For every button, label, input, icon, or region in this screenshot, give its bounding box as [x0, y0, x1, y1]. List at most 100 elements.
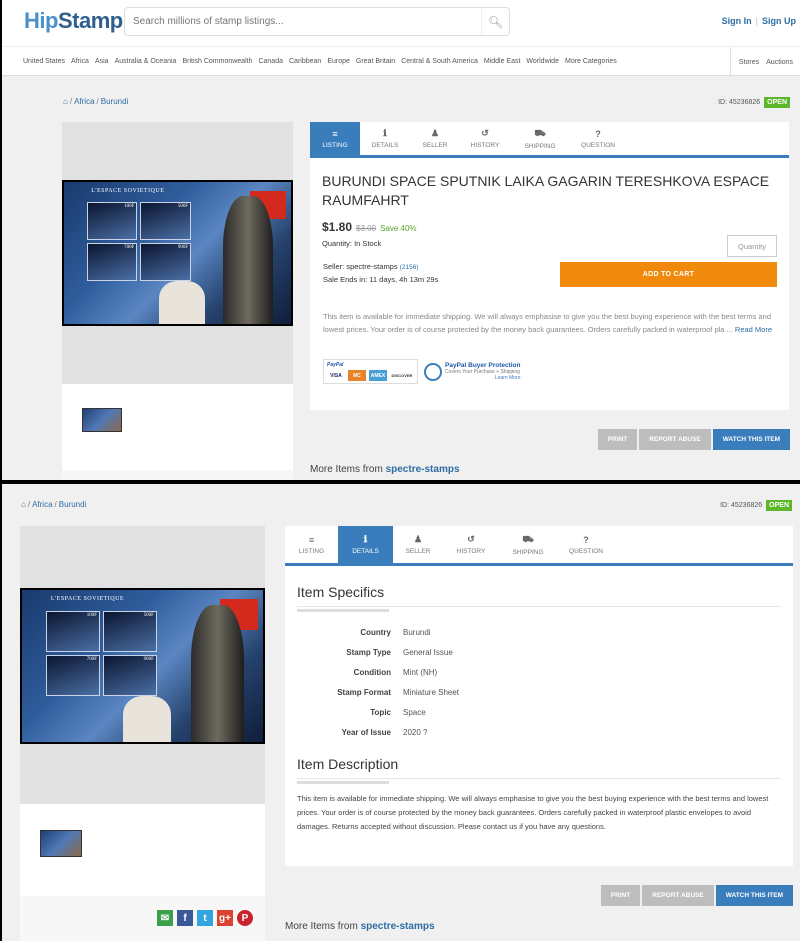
breadcrumb-africa[interactable]: Africa [74, 97, 94, 106]
search-icon: 🔍︎ [487, 14, 504, 29]
listing-id: ID: 45236826 [720, 502, 763, 509]
home-icon[interactable]: ⌂ [21, 500, 26, 509]
paypal-logo: PayPal [327, 362, 344, 368]
email-share-icon[interactable]: ✉ [157, 910, 173, 926]
watch-item-button[interactable]: WATCH THIS ITEM [712, 429, 790, 450]
share-icons: ✉ f t g+ P [157, 910, 253, 926]
category-link[interactable]: Asia [95, 58, 109, 65]
payment-badges: PayPal VISA MC AMEX DISCOVER PayPal Buye… [323, 359, 521, 384]
savings: Save 40% [380, 224, 417, 233]
discover-icon: DISCOVER [391, 373, 413, 378]
breadcrumb: ⌂ / Africa / Burundi [63, 97, 129, 106]
seller-link[interactable]: Seller: spectre-stamps [323, 262, 398, 271]
main-image-area: L'ESPACE SOVIETIQUE 100F 500F 700F 900F [20, 526, 265, 804]
tab-details[interactable]: ℹ DETAILS [338, 526, 393, 563]
home-icon[interactable]: ⌂ [63, 97, 68, 106]
stores-link[interactable]: Stores [739, 59, 759, 66]
sign-in-link[interactable]: Sign In [722, 16, 752, 26]
category-link[interactable]: Great Britain [356, 58, 395, 65]
image-panel: L'ESPACE SOVIETIQUE 100F 500F 700F 900F … [20, 526, 265, 941]
accepted-cards: PayPal VISA MC AMEX DISCOVER [323, 359, 418, 384]
google-plus-share-icon[interactable]: g+ [217, 910, 233, 926]
tab-history[interactable]: ↺ HISTORY [443, 526, 499, 563]
image-thumbnail[interactable] [40, 830, 82, 857]
paypal-buyer-protection[interactable]: PayPal Buyer Protection Covers Your Purc… [424, 362, 521, 381]
hipstamp-logo[interactable]: HipStamp [24, 8, 123, 34]
stamp-image[interactable]: L'ESPACE SOVIETIQUE 100F 500F 700F 900F [20, 588, 265, 744]
more-items-heading: More Items from spectre-stamps [310, 464, 460, 475]
more-items-seller-link[interactable]: spectre-stamps [386, 464, 460, 475]
question-icon: ? [583, 534, 589, 545]
breadcrumb-burundi[interactable]: Burundi [59, 500, 87, 509]
quantity-status: Quantity: In Stock [322, 239, 382, 248]
tab-details[interactable]: ℹ DETAILS [360, 122, 410, 155]
tab-listing[interactable]: ≡ LISTING [310, 122, 360, 155]
history-icon: ↺ [467, 534, 475, 544]
mastercard-icon: MC [348, 370, 366, 381]
listing-id: ID: 45236826 [718, 99, 761, 106]
item-description-heading: Item Description [297, 756, 399, 772]
category-link[interactable]: United States [23, 58, 65, 65]
price: $1.80 [322, 220, 353, 234]
category-link[interactable]: Africa [71, 58, 89, 65]
read-more-link[interactable]: Read More [735, 325, 772, 334]
category-link[interactable]: Caribbean [289, 58, 321, 65]
breadcrumb-burundi[interactable]: Burundi [101, 97, 129, 106]
category-link[interactable]: Canada [258, 58, 283, 65]
category-link[interactable]: Middle East [484, 58, 521, 65]
info-icon: ℹ [383, 128, 387, 138]
category-link[interactable]: Central & South America [401, 58, 478, 65]
category-link[interactable]: Australia & Oceania [115, 58, 177, 65]
add-to-cart-button[interactable]: ADD TO CART [560, 262, 777, 287]
status-badge: OPEN [764, 97, 790, 108]
price-line: $1.80 $3.00 Save 40% [322, 220, 777, 234]
search-input[interactable] [125, 8, 475, 35]
status-badge: OPEN [766, 500, 792, 511]
category-link[interactable]: Europe [327, 58, 350, 65]
image-thumbnail[interactable] [82, 408, 122, 432]
report-abuse-button[interactable]: REPORT ABUSE [639, 429, 711, 450]
listing-title: BURUNDI SPACE SPUTNIK LAIKA GAGARIN TERE… [322, 173, 770, 208]
listing-id-line: ID: 45236826 OPEN [718, 97, 790, 108]
breadcrumb-africa[interactable]: Africa [32, 500, 52, 509]
twitter-share-icon[interactable]: t [197, 910, 213, 926]
listing-id-line: ID: 45236826 OPEN [720, 500, 792, 511]
spec-row: Stamp Format Miniature Sheet [337, 687, 460, 697]
more-categories-link[interactable]: More Categories [565, 58, 617, 65]
auctions-link[interactable]: Auctions [766, 59, 793, 66]
seller-rating[interactable]: (2156) [400, 264, 419, 271]
more-items-seller-link[interactable]: spectre-stamps [361, 921, 435, 932]
listing-actions: PRINT REPORT ABUSE WATCH THIS ITEM [600, 885, 793, 906]
category-link[interactable]: Worldwide [526, 58, 559, 65]
print-button[interactable]: PRINT [600, 885, 641, 906]
tab-history[interactable]: ↺ HISTORY [460, 122, 510, 155]
search-box: 🔍︎ [124, 7, 510, 36]
search-button[interactable]: 🔍︎ [481, 8, 509, 35]
watch-item-button[interactable]: WATCH THIS ITEM [715, 885, 793, 906]
tab-listing[interactable]: ≡ LISTING [285, 526, 338, 563]
list-icon: ≡ [332, 128, 338, 139]
question-icon: ? [595, 128, 601, 139]
original-price: $3.00 [356, 224, 377, 233]
tab-question[interactable]: ? QUESTION [570, 122, 626, 155]
section-divider [297, 606, 781, 612]
info-icon: ℹ [363, 534, 368, 544]
item-specifics-heading: Item Specifics [297, 584, 385, 600]
listing-panel: ≡ LISTING ℹ DETAILS ♟ SELLER ↺ HISTORY ⛟ SHIP… [310, 122, 789, 410]
main-image-area: L'ESPACE SOVIETIQUE 100F 500F 700F 900F [62, 122, 293, 384]
visa-icon: VISA [330, 372, 342, 379]
quantity-input[interactable]: Quantity [727, 235, 777, 257]
spec-row: Country Burundi [360, 627, 431, 637]
print-button[interactable]: PRINT [597, 429, 638, 450]
tab-question[interactable]: ? QUESTION [557, 526, 615, 563]
tab-shipping[interactable]: ⛟ SHIPPING [510, 122, 570, 155]
tab-seller[interactable]: ♟ SELLER [393, 526, 443, 563]
report-abuse-button[interactable]: REPORT ABUSE [642, 885, 714, 906]
category-link[interactable]: British Commonwealth [182, 58, 252, 65]
tab-seller[interactable]: ♟ SELLER [410, 122, 460, 155]
stamp-image[interactable]: L'ESPACE SOVIETIQUE 100F 500F 700F 900F [62, 180, 293, 326]
tab-shipping[interactable]: ⛟ SHIPPING [499, 526, 557, 563]
pinterest-share-icon[interactable]: P [237, 910, 253, 926]
sign-up-link[interactable]: Sign Up [762, 16, 796, 26]
facebook-share-icon[interactable]: f [177, 910, 193, 926]
